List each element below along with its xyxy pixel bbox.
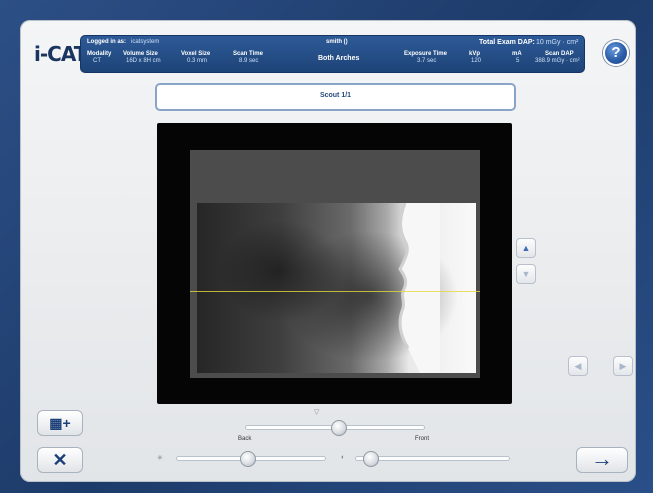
position-pointer-icon: ▽ [314, 409, 320, 416]
voxel-size-value: 0.3 mm [187, 58, 208, 64]
total-dap-value: 10 mGy · cm² [536, 39, 579, 46]
scan-dap-label: Scan DAP [545, 51, 574, 57]
cancel-button[interactable]: ✕ [37, 447, 83, 473]
scan-time-label: Scan Time [233, 51, 263, 57]
brightness-slider-knob[interactable] [240, 451, 256, 467]
move-up-button[interactable]: ▲ [516, 238, 536, 258]
exam-info-bar: Logged in as: icatsystem smith () Total … [80, 35, 585, 73]
logged-in-user: icatsystem [131, 39, 160, 45]
position-slider-knob[interactable] [330, 420, 347, 436]
volume-size-value: 16D x 8H cm [126, 58, 161, 64]
exposure-time-label: Exposure Time [404, 51, 447, 57]
modality-value: CT [93, 58, 101, 64]
position-label-front: Front [415, 436, 430, 442]
scan-time-value: 8.9 sec [239, 58, 259, 64]
scan-dap-value: 388.9 mGy · cm² [535, 58, 580, 64]
ma-label: mA [512, 51, 522, 57]
move-down-button[interactable]: ▼ [516, 264, 536, 284]
scan-position-line[interactable] [190, 291, 480, 292]
next-image-button[interactable]: ▶ [613, 356, 633, 376]
exposure-time-value: 3.7 sec [417, 58, 437, 64]
volume-size-label: Volume Size [123, 51, 158, 57]
next-button[interactable]: → [576, 447, 628, 473]
logged-in-label: Logged in as: [87, 39, 126, 45]
kvp-label: kVp [469, 51, 481, 57]
contrast-icon: ◐ [341, 454, 346, 461]
arch-value: Both Arches [318, 55, 360, 62]
position-label-back: Back [238, 436, 252, 442]
help-button[interactable]: ? [603, 40, 629, 66]
app-logo: i-CAT [34, 42, 87, 66]
contrast-slider-knob[interactable] [362, 451, 379, 467]
scout-title: Scout 1/1 [155, 83, 516, 111]
brightness-icon: ✳ [157, 455, 163, 462]
patient-name: smith () [326, 39, 348, 45]
kvp-value: 120 [471, 58, 482, 64]
total-dap-label: Total Exam DAP: [479, 39, 535, 46]
ma-value: 5 [516, 58, 520, 64]
voxel-size-label: Voxel Size [181, 51, 211, 57]
face-profile [398, 203, 440, 373]
modality-label: Modality [87, 51, 112, 57]
previous-button[interactable]: ◀ [568, 356, 588, 376]
add-grid-button[interactable]: ▦+ [37, 410, 83, 436]
